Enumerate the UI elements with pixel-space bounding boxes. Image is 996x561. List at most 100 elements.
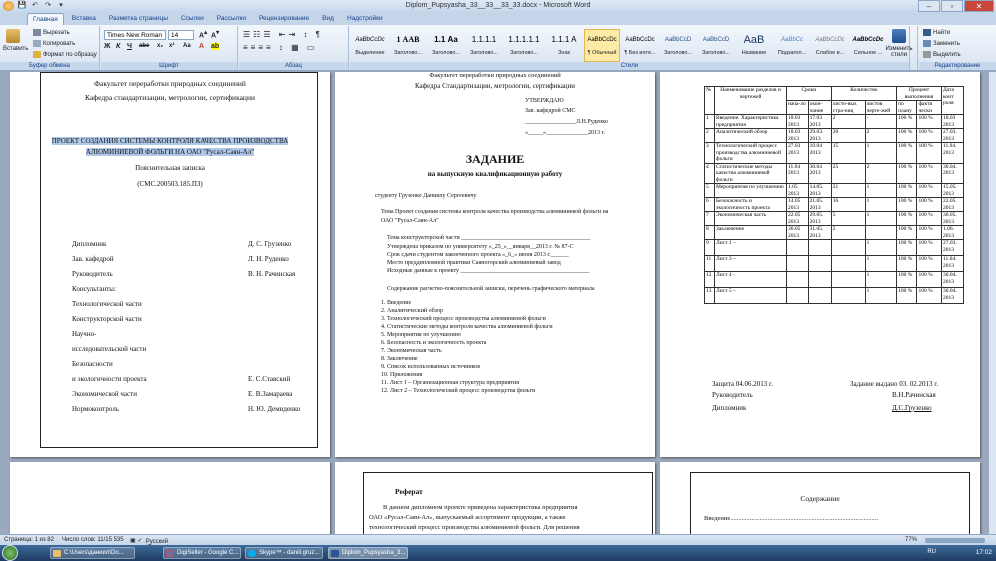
minimize-button[interactable]: –: [918, 0, 940, 12]
tab-addins[interactable]: Надстройки: [342, 13, 388, 25]
format-painter-button[interactable]: Формат по образцу: [33, 51, 97, 58]
tab-review[interactable]: Рецензирование: [254, 13, 314, 25]
taskbar-item-chrome[interactable]: DigiSeller - Google C...: [163, 547, 241, 559]
table-cell: 100 %: [916, 255, 942, 272]
tab-view[interactable]: Вид: [317, 13, 339, 25]
paste-icon[interactable]: [6, 29, 20, 43]
highlight-button[interactable]: ab: [211, 43, 220, 50]
contents-item: 2. Аналитический обзор: [381, 308, 444, 314]
style-item[interactable]: AaBbCcD Заголово...: [698, 29, 734, 62]
table-row: 6 Безопасность и экологичность проекта 14.…: [704, 197, 964, 212]
find-button[interactable]: Найти: [923, 29, 950, 36]
tab-page-layout[interactable]: Разметка страницы: [104, 13, 173, 25]
maximize-button[interactable]: ▫: [941, 0, 963, 12]
taskbar-item-explorer[interactable]: C:\Users\даниил\Do...: [50, 547, 135, 559]
table-cell: 21: [830, 183, 866, 198]
cursor-icon: [923, 51, 931, 58]
italic-button[interactable]: К: [116, 43, 120, 50]
word-count[interactable]: Число слов: 11/15 535: [62, 537, 124, 543]
document-area[interactable]: Факультет переработки природных соединен…: [0, 72, 996, 534]
ribbon-tabs: Главная Вставка Разметка страницы Ссылки…: [0, 13, 996, 25]
tab-references[interactable]: Ссылки: [176, 13, 209, 25]
font-size-select[interactable]: 14: [168, 30, 194, 40]
table-cell: 11.04. 2013: [941, 255, 964, 272]
style-item[interactable]: AaBbCcDc Выделение: [352, 29, 388, 62]
contents-item: 3. Технологический процесс производства …: [381, 316, 546, 322]
table-subheader: листов черте-жей: [864, 100, 898, 115]
strikethrough-button[interactable]: abe: [139, 43, 149, 49]
page1-project-line1[interactable]: ПРОЕКТ СОЗДАНИЯ СИСТЕМЫ КОНТРОЛЯ КАЧЕСТВ…: [51, 137, 289, 145]
style-item[interactable]: AaBbCc Подзагол...: [774, 29, 810, 62]
change-styles-icon[interactable]: [892, 29, 906, 43]
list-buttons[interactable]: ☰☷☰ ⇤⇥ ↕ ¶: [243, 30, 323, 39]
copy-button[interactable]: Копировать: [33, 40, 75, 47]
bold-button[interactable]: Ж: [104, 43, 110, 50]
table-cell: [807, 255, 832, 272]
start-button[interactable]: [2, 545, 18, 561]
style-item[interactable]: 1.1.1.1.1 Заголово...: [504, 29, 544, 62]
approve-line: _________________Л.Н.Руденко: [525, 119, 608, 125]
vertical-scrollbar[interactable]: [989, 72, 996, 534]
replace-button[interactable]: Заменить: [923, 40, 960, 47]
style-item[interactable]: AaBbCcDc Слабое в...: [812, 29, 848, 62]
style-preview: AaBbCcDc: [815, 37, 845, 43]
contents-item: 6. Безопасность и экологичность проекта: [381, 340, 487, 346]
change-styles-button[interactable]: Изменить стили: [881, 46, 917, 58]
contents-item: 1. Введение: [381, 300, 412, 306]
style-item[interactable]: 1.1.1 A Знак: [546, 29, 582, 62]
tab-insert[interactable]: Вставка: [67, 13, 101, 25]
shrink-font-button[interactable]: A▾: [211, 30, 219, 39]
cut-label: Вырезать: [43, 30, 70, 37]
page1-faculty: Факультет переработки природных соединен…: [94, 79, 246, 88]
zoom-slider[interactable]: [925, 538, 985, 543]
subscript-button[interactable]: x₂: [157, 43, 163, 49]
select-button[interactable]: Выделить: [923, 51, 961, 58]
table-cell: 100 %: [896, 255, 918, 272]
window-controls: – ▫ ✕: [918, 0, 994, 12]
style-item[interactable]: AaBbCcDc ¶ Без инте...: [622, 29, 658, 62]
table-cell: 1: [704, 114, 715, 129]
style-item[interactable]: 1.1.1.1 Заголово...: [466, 29, 502, 62]
contents-item: 5. Мероприятия по улучшению: [381, 332, 461, 338]
table-row: 8 Заключение 30.05 2013 31.05. 2013 2 100 % 10…: [704, 225, 964, 240]
tab-home[interactable]: Главная: [27, 13, 64, 25]
style-preview: 1.1.1.1: [471, 35, 497, 44]
language-status[interactable]: ▣ ✓ Русский (Россия): [130, 537, 169, 551]
paste-button[interactable]: Вставить: [3, 46, 28, 52]
font-color-button[interactable]: A: [199, 43, 204, 50]
word-window: 💾 ↶ ↷ ▾ Diplom_Pupsyasha_33__33__33_33.d…: [0, 0, 996, 561]
table-cell: 27.03. 2013: [941, 239, 964, 256]
input-language[interactable]: RU: [927, 549, 936, 555]
taskbar-label: C:\Users\даниил\Do...: [64, 550, 124, 556]
tab-mailings[interactable]: Рассылки: [212, 13, 251, 25]
table-cell: 18.03 2013: [786, 128, 809, 143]
table-cell: 1: [864, 142, 898, 164]
style-item[interactable]: 1.1 Аа Заголово...: [428, 29, 464, 62]
grow-font-button[interactable]: A▴: [199, 30, 207, 39]
superscript-button[interactable]: x²: [169, 43, 174, 49]
underline-button[interactable]: Ч: [127, 43, 132, 50]
close-button[interactable]: ✕: [964, 0, 994, 12]
taskbar-clock[interactable]: 17:02: [976, 549, 992, 556]
cut-button[interactable]: Вырезать: [33, 29, 70, 36]
style-item[interactable]: AaB Название: [736, 29, 772, 62]
style-item-selected[interactable]: AaBbCcDc ¶ Обычный: [584, 29, 620, 62]
table-cell: 11.04 2013: [786, 162, 809, 184]
page1-project-line2[interactable]: АЛЮМИНИЕВОЙ ФОЛЬГИ НА ОАО "Русал-Саян-Ал…: [85, 148, 255, 156]
scissors-icon: [33, 29, 41, 36]
zoom-level[interactable]: 77%: [905, 537, 917, 543]
copy-label: Копировать: [43, 41, 76, 48]
taskbar-item-skype[interactable]: Skype™ - daniil.gruz...: [245, 547, 323, 559]
table-cell: [830, 255, 866, 272]
change-case-button[interactable]: Aa: [183, 43, 191, 49]
style-item[interactable]: 1 ААВ Заголово...: [390, 29, 426, 62]
font-name-select[interactable]: Times New Roman: [104, 30, 166, 40]
contents-intro: Введение................................…: [704, 515, 879, 522]
style-item[interactable]: AaBbCcD Заголово...: [660, 29, 696, 62]
taskbar-item-word[interactable]: Diplom_Pupsyasha_3...: [328, 547, 408, 559]
align-buttons[interactable]: ≡≡≡≡ ↕ ▦ ▭: [243, 43, 317, 52]
page-count[interactable]: Страница: 1 из 82: [4, 537, 54, 543]
table-cell: 1: [864, 287, 898, 304]
table-cell: 11: [704, 255, 715, 272]
table-cell: 100 %: [916, 211, 942, 226]
